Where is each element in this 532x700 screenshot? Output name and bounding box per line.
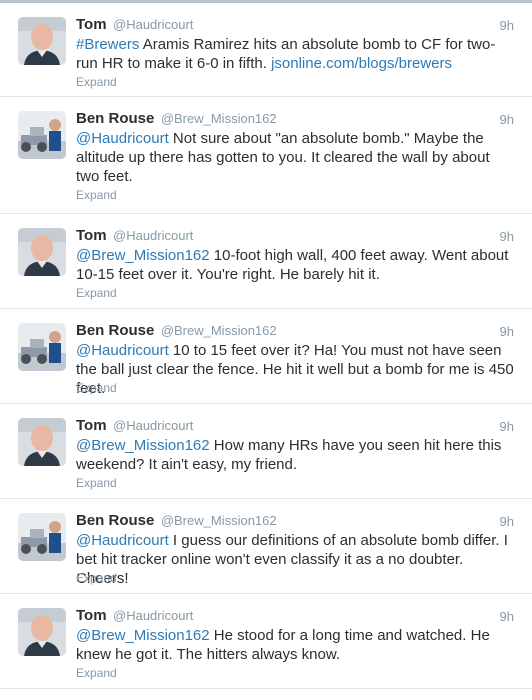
tweet-timestamp[interactable]: 9h xyxy=(500,609,514,624)
tweet-item[interactable]: Tom @Haudricourt 9h @Brew_Mission162 How… xyxy=(0,404,532,499)
hashtag-link[interactable]: #Brewers xyxy=(76,36,139,53)
tweet-text: @Brew_Mission162 How many HRs have you s… xyxy=(76,436,516,474)
expand-link[interactable]: Expand xyxy=(76,666,117,680)
tweet-text: @Brew_Mission162 He stood for a long tim… xyxy=(76,626,516,664)
expand-link[interactable]: Expand xyxy=(76,476,117,490)
tweet-item[interactable]: Tom @Haudricourt 9h @Brew_Mission162 10-… xyxy=(0,214,532,309)
tweet-timestamp[interactable]: 9h xyxy=(500,18,514,33)
author-name[interactable]: Tom xyxy=(76,417,107,434)
author-handle[interactable]: @Brew_Mission162 xyxy=(161,513,277,528)
expand-link[interactable]: Expand xyxy=(76,188,117,202)
author-name[interactable]: Tom xyxy=(76,607,107,624)
tweet-header: Tom @Haudricourt 9h xyxy=(76,16,514,34)
author-name[interactable]: Ben Rouse xyxy=(76,322,154,339)
tweet-item[interactable]: Ben Rouse @Brew_Mission162 9h @Haudricou… xyxy=(0,499,532,594)
tweet-header: Tom @Haudricourt 9h xyxy=(76,227,514,245)
tweet-stream: Tom @Haudricourt 9h #Brewers Aramis Rami… xyxy=(0,3,532,689)
author-name[interactable]: Tom xyxy=(76,16,107,33)
tweet-header: Tom @Haudricourt 9h xyxy=(76,607,514,625)
tweet-timestamp[interactable]: 9h xyxy=(500,229,514,244)
tweet-header: Ben Rouse @Brew_Mission162 9h xyxy=(76,512,514,530)
avatar-ben-rouse[interactable] xyxy=(18,323,66,371)
avatar-tom[interactable] xyxy=(18,608,66,656)
mention-link[interactable]: @Brew_Mission162 xyxy=(76,627,210,644)
author-name[interactable]: Ben Rouse xyxy=(76,110,154,127)
expand-link[interactable]: Expand xyxy=(76,75,117,89)
mention-link[interactable]: @Brew_Mission162 xyxy=(76,247,210,264)
avatar-tom[interactable] xyxy=(18,17,66,65)
author-handle[interactable]: @Brew_Mission162 xyxy=(161,111,277,126)
author-handle[interactable]: @Brew_Mission162 xyxy=(161,323,277,338)
author-handle[interactable]: @Haudricourt xyxy=(113,418,193,433)
tweet-item[interactable]: Tom @Haudricourt 9h #Brewers Aramis Rami… xyxy=(0,3,532,97)
expand-link[interactable]: Expand xyxy=(76,286,117,300)
avatar-tom[interactable] xyxy=(18,418,66,466)
tweet-timestamp[interactable]: 9h xyxy=(500,324,514,339)
avatar-tom[interactable] xyxy=(18,228,66,276)
author-name[interactable]: Ben Rouse xyxy=(76,512,154,529)
author-handle[interactable]: @Haudricourt xyxy=(113,608,193,623)
mention-link[interactable]: @Haudricourt xyxy=(76,532,169,549)
tweet-text: #Brewers Aramis Ramirez hits an absolute… xyxy=(76,35,516,73)
tweet-header: Ben Rouse @Brew_Mission162 9h xyxy=(76,322,514,340)
tweet-item[interactable]: Ben Rouse @Brew_Mission162 9h @Haudricou… xyxy=(0,97,532,214)
mention-link[interactable]: @Brew_Mission162 xyxy=(76,437,210,454)
tweet-header: Ben Rouse @Brew_Mission162 9h xyxy=(76,110,514,128)
tweet-timestamp[interactable]: 9h xyxy=(500,514,514,529)
tweet-item[interactable]: Ben Rouse @Brew_Mission162 9h @Haudricou… xyxy=(0,309,532,404)
tweet-text: @Haudricourt I guess our definitions of … xyxy=(76,531,516,588)
expand-link[interactable]: Expand xyxy=(76,381,117,395)
tweet-header: Tom @Haudricourt 9h xyxy=(76,417,514,435)
avatar-ben-rouse[interactable] xyxy=(18,111,66,159)
avatar-ben-rouse[interactable] xyxy=(18,513,66,561)
tweet-timestamp[interactable]: 9h xyxy=(500,419,514,434)
mention-link[interactable]: @Haudricourt xyxy=(76,342,169,359)
author-handle[interactable]: @Haudricourt xyxy=(113,17,193,32)
tweet-text: @Haudricourt 10 to 15 feet over it? Ha! … xyxy=(76,341,516,398)
url-link[interactable]: jsonline.com/blogs/brewers xyxy=(271,55,452,72)
expand-link[interactable]: Expand xyxy=(76,571,117,585)
author-name[interactable]: Tom xyxy=(76,227,107,244)
tweet-text: @Haudricourt Not sure about "an absolute… xyxy=(76,129,516,186)
mention-link[interactable]: @Haudricourt xyxy=(76,130,169,147)
tweet-timestamp[interactable]: 9h xyxy=(500,112,514,127)
tweet-item[interactable]: Tom @Haudricourt 9h @Brew_Mission162 He … xyxy=(0,594,532,689)
author-handle[interactable]: @Haudricourt xyxy=(113,228,193,243)
tweet-text: @Brew_Mission162 10-foot high wall, 400 … xyxy=(76,246,516,284)
